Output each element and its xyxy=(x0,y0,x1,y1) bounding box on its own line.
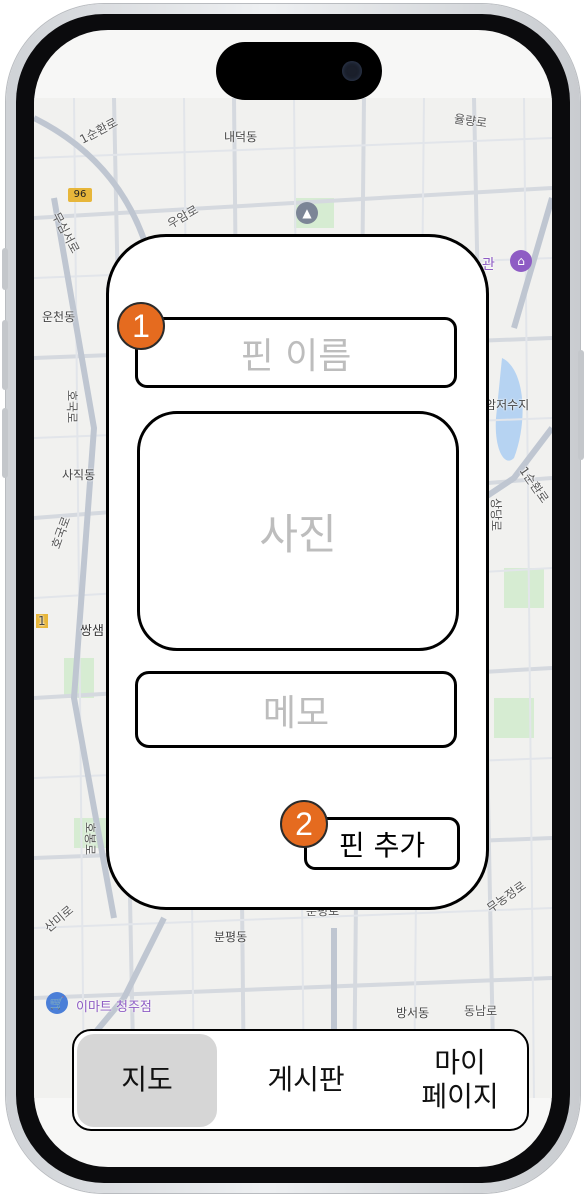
dynamic-island xyxy=(216,42,382,100)
map-label: 사직동 xyxy=(62,468,96,482)
map-label: 쌍샘 xyxy=(80,624,104,639)
tab-map-label: 지도 xyxy=(121,1063,173,1097)
school-icon: ▲ xyxy=(296,202,318,224)
pin-name-input[interactable]: 핀 이름 xyxy=(135,317,457,388)
map-label: 1 xyxy=(36,614,48,628)
power-button xyxy=(578,350,584,460)
tab-board[interactable]: 게시판 xyxy=(236,1031,376,1129)
map-label: 호봉로 xyxy=(83,821,98,856)
map-label: 분평동 xyxy=(214,930,248,944)
volume-down-button xyxy=(2,408,8,478)
annotation-badge-2: 2 xyxy=(280,800,328,848)
memo-input[interactable]: 메모 xyxy=(135,671,457,748)
map-label: 운천동 xyxy=(42,310,76,324)
route-number-badge: 96 xyxy=(68,188,92,202)
map-label: 상당로 xyxy=(489,497,504,532)
map-label: 호국로 xyxy=(65,389,80,424)
map-label: 방서동 xyxy=(396,1006,430,1020)
volume-up-button xyxy=(2,320,8,390)
map-label: 동남로 xyxy=(464,1004,498,1018)
map-label: 이마트 청주점 xyxy=(76,1000,152,1015)
photo-upload-area[interactable]: 사진 xyxy=(137,411,459,651)
bottom-tab-bar: 지도 게시판 마이 페이지 xyxy=(72,1029,529,1131)
shopping-cart-icon: 🛒 xyxy=(46,992,68,1014)
annotation-badge-1: 1 xyxy=(117,302,165,350)
tab-mypage[interactable]: 마이 페이지 xyxy=(394,1031,526,1129)
map-label: 내덕동 xyxy=(224,130,258,144)
tab-mypage-label-line1: 마이 xyxy=(434,1046,486,1080)
action-button xyxy=(2,248,8,290)
tab-mypage-label-line2: 페이지 xyxy=(421,1080,499,1113)
museum-icon: ⌂ xyxy=(510,250,532,272)
camera-icon xyxy=(342,61,362,81)
tab-map[interactable]: 지도 xyxy=(74,1031,220,1129)
tab-board-label: 게시판 xyxy=(267,1063,345,1097)
